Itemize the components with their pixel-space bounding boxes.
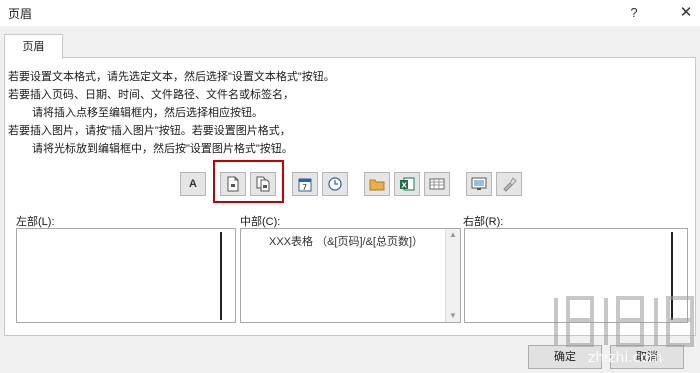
insert-file-name-button[interactable]: X — [394, 172, 420, 196]
insert-file-path-icon — [369, 179, 385, 191]
svg-text:X: X — [402, 182, 408, 190]
right-section-label: 右部(R): — [463, 216, 504, 228]
center-section-editbox[interactable]: XXX表格 （&[页码]/&[总页数]） ▲ ▼ — [240, 228, 461, 323]
close-button[interactable]: ✕ — [676, 3, 696, 23]
insert-time-icon — [328, 177, 342, 191]
insert-picture-icon — [471, 177, 487, 190]
insert-date-button[interactable]: 7 — [292, 172, 318, 196]
svg-text:zhizhi.com: zhizhi.com — [588, 350, 663, 365]
watermark-logo: zhizhi.com — [554, 296, 694, 365]
center-section-label: 中部(C): — [240, 216, 281, 228]
insert-picture-button[interactable] — [466, 172, 492, 196]
format-picture-button[interactable] — [496, 172, 522, 196]
text-caret — [220, 232, 222, 320]
tab-header[interactable]: 页眉 — [4, 34, 63, 59]
svg-text:7: 7 — [302, 183, 307, 192]
insert-page-count-icon — [256, 176, 270, 192]
instruction-line-3: 请将插入点移至编辑框内，然后选择相应按钮。 — [32, 107, 263, 119]
insert-page-count-button[interactable] — [250, 172, 276, 196]
instruction-line-1: 若要设置文本格式，请先选定文本，然后选择"设置文本格式"按钮。 — [8, 71, 335, 83]
left-section-editbox[interactable] — [16, 228, 236, 323]
insert-sheet-name-icon — [429, 178, 445, 190]
insert-page-number-button[interactable] — [220, 172, 246, 196]
instruction-line-2: 若要插入页码、日期、时间、文件路径、文件名或标签名， — [8, 89, 294, 101]
window-title: 页眉 — [8, 7, 33, 21]
scroll-down-arrow-icon[interactable]: ▼ — [446, 310, 460, 322]
insert-date-icon: 7 — [298, 178, 312, 192]
format-picture-icon — [503, 177, 517, 192]
help-button[interactable]: ? — [624, 3, 644, 23]
insert-sheet-name-button[interactable] — [424, 172, 450, 196]
center-scrollbar[interactable]: ▲ ▼ — [445, 229, 460, 322]
center-section-text: XXX表格 （&[页码]/&[总页数]） — [269, 236, 424, 248]
insert-file-path-button[interactable] — [364, 172, 390, 196]
format-text-button[interactable]: A — [180, 172, 206, 196]
instruction-line-5: 请将光标放到编辑框中，然后按"设置图片格式"按钮。 — [32, 143, 293, 155]
instruction-line-4: 若要插入图片，请按"插入图片"按钮。若要设置图片格式， — [8, 125, 291, 137]
title-bar: 页眉 ? ✕ — [0, 0, 700, 26]
insert-page-number-icon — [227, 176, 239, 192]
insert-time-button[interactable] — [322, 172, 348, 196]
insert-file-name-icon: X — [400, 177, 415, 191]
scroll-up-arrow-icon[interactable]: ▲ — [446, 229, 460, 241]
format-text-icon: A — [189, 178, 197, 190]
left-section-label: 左部(L): — [16, 216, 55, 228]
